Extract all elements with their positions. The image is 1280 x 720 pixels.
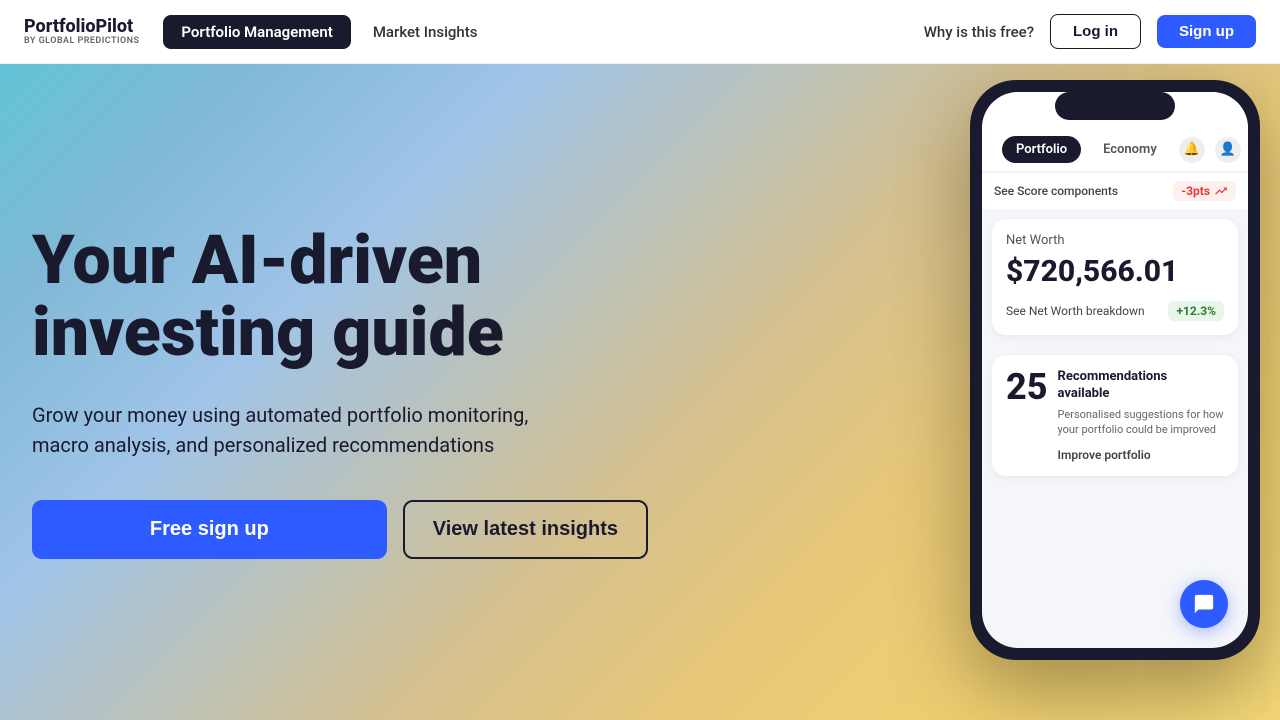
why-free-link[interactable]: Why is this free?: [924, 23, 1034, 41]
free-signup-button[interactable]: Free sign up: [32, 500, 387, 559]
nw-breakdown-label: See Net Worth breakdown: [1006, 304, 1145, 318]
phone-mockup: Portfolio Economy 🔔 👤 See Score componen…: [970, 80, 1260, 680]
chat-button[interactable]: [1180, 580, 1228, 628]
profile-icon[interactable]: 👤: [1215, 137, 1241, 163]
signup-button[interactable]: Sign up: [1157, 15, 1256, 48]
login-button[interactable]: Log in: [1050, 14, 1141, 49]
nw-breakdown-row[interactable]: See Net Worth breakdown +12.3%: [1006, 301, 1224, 321]
net-worth-card: Net Worth $720,566.01 See Net Worth brea…: [992, 219, 1238, 335]
nav-market-insights[interactable]: Market Insights: [355, 15, 496, 49]
navbar: PortfolioPilot BY GLOBAL PREDICTIONS Por…: [0, 0, 1280, 64]
hero-headline: Your AI-driven investing guide: [32, 225, 648, 368]
hero-headline-line2: investing guide: [32, 292, 504, 372]
hero-buttons: Free sign up View latest insights: [32, 500, 648, 559]
view-insights-button[interactable]: View latest insights: [403, 500, 648, 559]
hero-content: Your AI-driven investing guide Grow your…: [0, 225, 680, 559]
rec-text: Recommendations available Personalised s…: [1058, 369, 1224, 462]
phone-screen: Portfolio Economy 🔔 👤 See Score componen…: [982, 92, 1248, 648]
hero-section: Your AI-driven investing guide Grow your…: [0, 0, 1280, 720]
hero-subtext: Grow your money using automated portfoli…: [32, 400, 572, 460]
logo-title: PortfolioPilot: [24, 17, 139, 37]
hero-headline-line1: Your AI-driven: [32, 220, 482, 300]
recommendations-card: 25 Recommendations available Personalise…: [992, 355, 1238, 476]
rec-title: Recommendations available: [1058, 369, 1224, 403]
notification-icon[interactable]: 🔔: [1179, 137, 1205, 163]
nw-green-badge: +12.3%: [1168, 301, 1224, 321]
rec-desc: Personalised suggestions for how your po…: [1058, 407, 1224, 438]
improve-portfolio-button[interactable]: Improve portfolio: [1058, 448, 1224, 462]
logo[interactable]: PortfolioPilot BY GLOBAL PREDICTIONS: [24, 17, 139, 47]
rec-count: 25: [1006, 369, 1048, 462]
score-row[interactable]: See Score components -3pts: [982, 172, 1248, 209]
nav-links: Portfolio Management Market Insights: [163, 15, 923, 49]
score-label: See Score components: [994, 184, 1118, 198]
phone-notch: [1055, 92, 1175, 120]
logo-subtitle: BY GLOBAL PREDICTIONS: [24, 36, 139, 46]
score-badge: -3pts: [1173, 181, 1236, 201]
nav-right: Why is this free? Log in Sign up: [924, 14, 1256, 49]
tab-portfolio[interactable]: Portfolio: [1002, 136, 1081, 163]
tab-economy[interactable]: Economy: [1089, 136, 1171, 163]
app-bar-icons: 🔔 👤: [1179, 137, 1241, 163]
nav-portfolio-management[interactable]: Portfolio Management: [163, 15, 350, 49]
nw-label: Net Worth: [1006, 233, 1224, 248]
nw-value: $720,566.01: [1006, 254, 1224, 289]
